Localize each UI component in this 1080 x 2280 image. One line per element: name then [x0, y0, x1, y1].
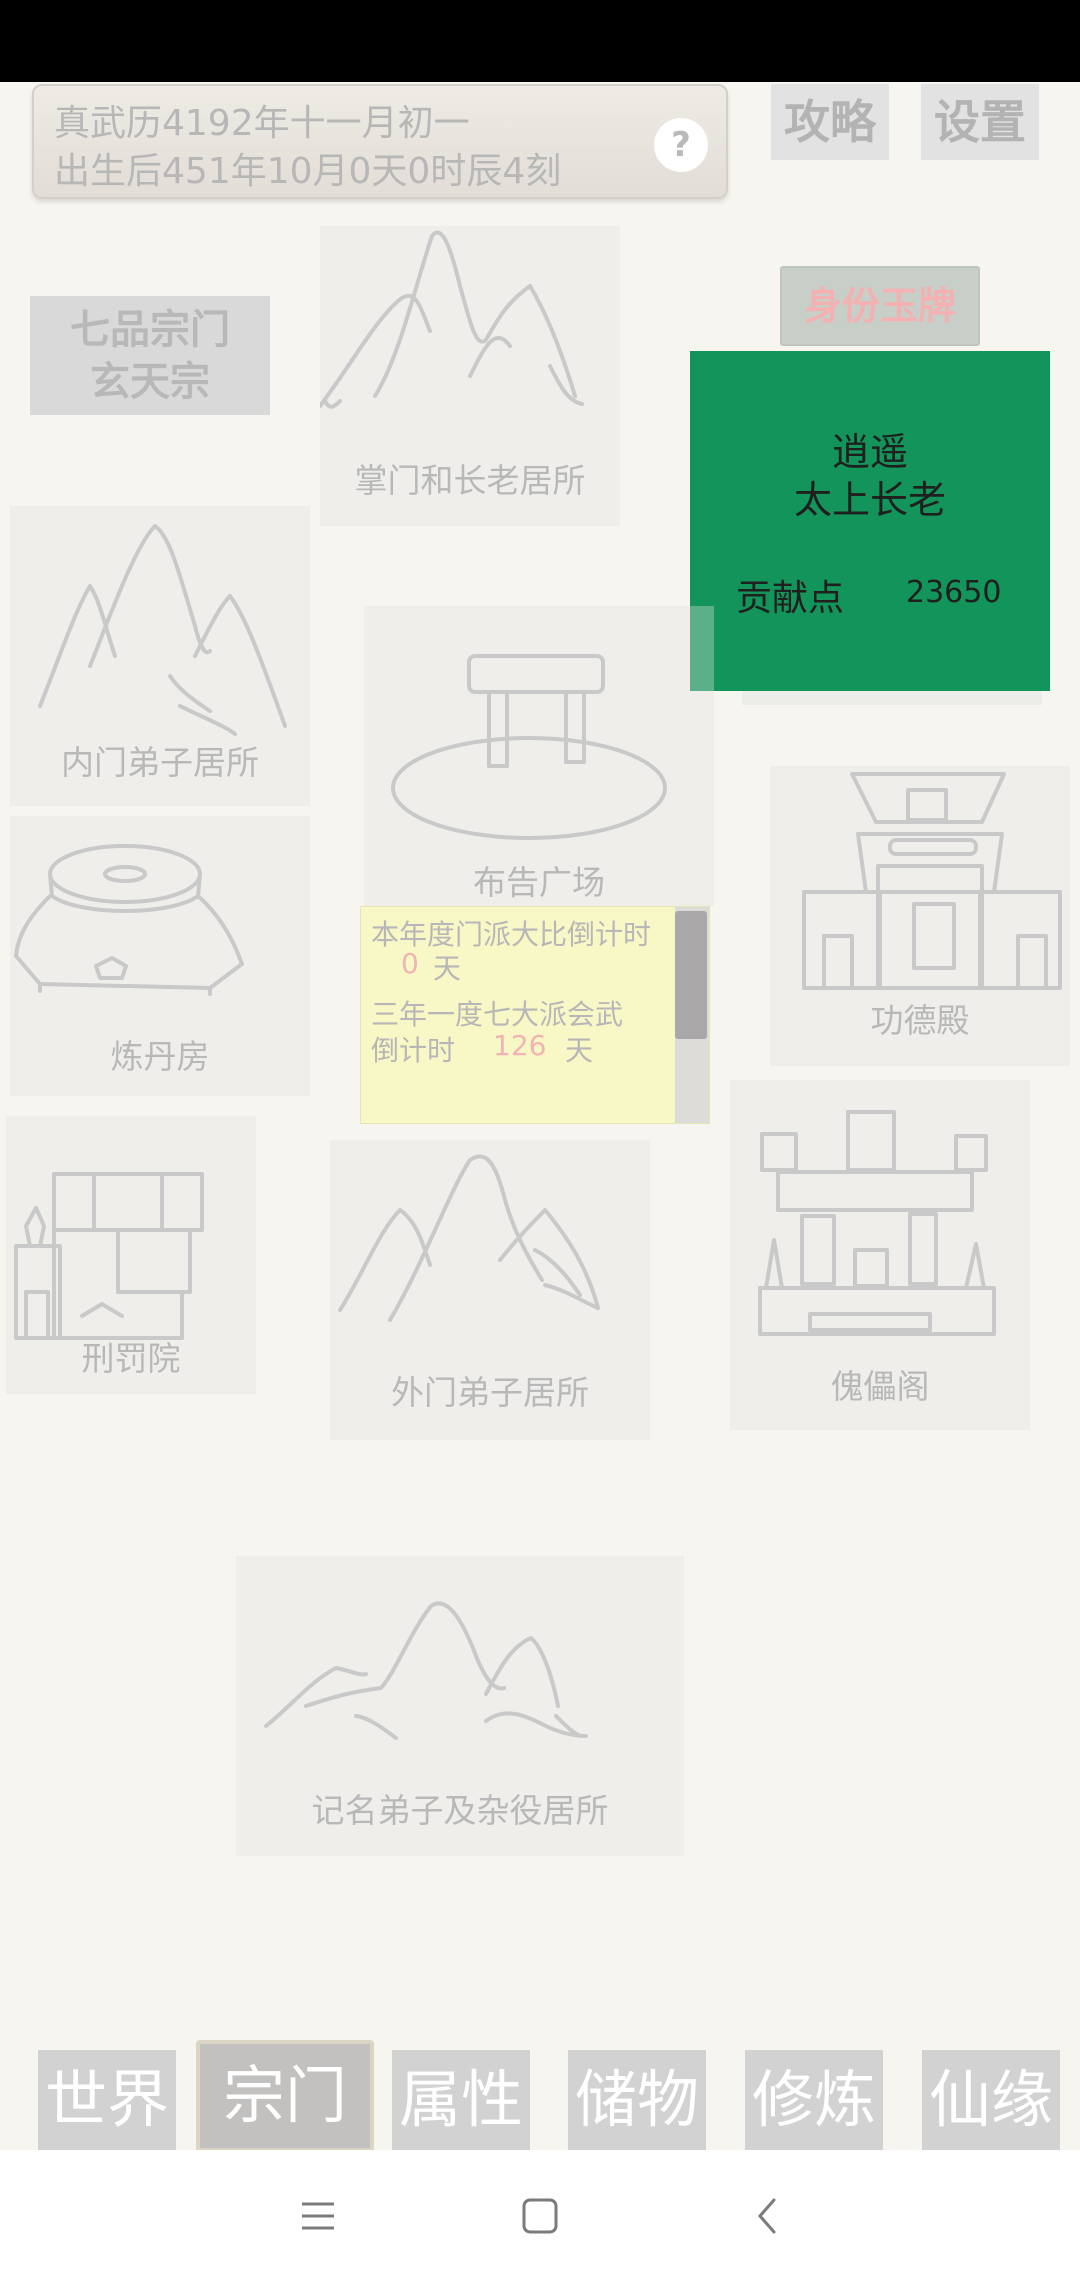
player-title: 太上长老 [793, 478, 946, 522]
status-bar [0, 0, 1080, 82]
sect-rank: 七品宗门 [70, 307, 230, 353]
back-icon[interactable] [738, 2186, 798, 2246]
annual-countdown-days: 0 [401, 947, 419, 980]
building-outer-disciples[interactable]: 外门弟子居所 [330, 1140, 650, 1440]
building-merit-hall[interactable]: 功德殿 [770, 766, 1070, 1066]
building-label: 傀儡阁 [830, 1367, 930, 1406]
building-label: 炼丹房 [110, 1037, 210, 1076]
home-icon[interactable] [510, 2186, 570, 2246]
nav-tab-world[interactable]: 世界 [38, 2050, 176, 2150]
notice-board[interactable]: 本年度门派大比倒计时 0 天 三年一度七大派会武 倒计时 126 天 [360, 906, 710, 1124]
menu-icon[interactable] [288, 2186, 348, 2246]
guide-button[interactable]: 攻略 [771, 84, 889, 160]
building-label: 布告广场 [473, 863, 605, 902]
contribution-label: 贡献点 [736, 578, 845, 619]
birth-time: 出生后451年10月0天0时辰4刻 [54, 151, 562, 192]
card-shadow [742, 691, 1042, 705]
building-inner-disciples[interactable]: 内门弟子居所 [10, 506, 310, 806]
help-icon[interactable]: ? [654, 118, 708, 172]
notice-scrollbar[interactable] [675, 907, 709, 1123]
sect-badge: 七品宗门 玄天宗 [30, 296, 270, 415]
building-registered-disciples[interactable]: 记名弟子及杂役居所 [236, 1556, 684, 1856]
building-alchemy-room[interactable]: 炼丹房 [10, 816, 310, 1096]
nav-tab-fortune[interactable]: 仙缘 [922, 2050, 1060, 2150]
contribution-value: 23650 [906, 575, 1002, 610]
nav-tab-sect[interactable]: 宗门 [196, 2040, 374, 2152]
building-label: 外门弟子居所 [391, 1373, 589, 1412]
tournament-countdown-days: 126 [493, 1029, 547, 1062]
identity-jade-button[interactable]: 身份玉牌 [780, 266, 980, 346]
building-punishment-court[interactable]: 刑罚院 [6, 1116, 256, 1394]
identity-card: 逍遥 太上长老 贡献点 23650 [690, 351, 1050, 691]
building-label: 内门弟子居所 [61, 743, 259, 782]
building-label: 掌门和长老居所 [354, 461, 586, 500]
nav-tab-storage[interactable]: 储物 [568, 2050, 706, 2150]
building-label: 记名弟子及杂役居所 [311, 1791, 609, 1830]
notice-line-countdown: 倒计时 [371, 1034, 456, 1067]
nav-tab-attributes[interactable]: 属性 [392, 2050, 530, 2150]
building-notice-plaza[interactable]: 布告广场 [364, 606, 714, 906]
player-name: 逍遥 [831, 430, 908, 474]
notice-scroll-thumb[interactable] [675, 911, 707, 1039]
day-unit: 天 [565, 1034, 594, 1067]
settings-button[interactable]: 设置 [921, 84, 1039, 160]
day-unit: 天 [433, 952, 462, 985]
nav-tab-cultivation[interactable]: 修炼 [745, 2050, 883, 2150]
system-nav-bar [0, 2150, 1080, 2280]
calendar-date: 真武历4192年十一月初一 [54, 103, 470, 144]
notice-line-tournament: 三年一度七大派会武 [371, 998, 624, 1031]
building-label: 刑罚院 [81, 1339, 181, 1378]
building-label: 功德殿 [870, 1001, 970, 1040]
date-panel: 真武历4192年十一月初一 出生后451年10月0天0时辰4刻 ? [32, 84, 728, 199]
sect-name: 玄天宗 [90, 359, 210, 405]
building-leaders-residence[interactable]: 掌门和长老居所 [320, 226, 620, 526]
building-puppet-pavilion[interactable]: 傀儡阁 [730, 1080, 1030, 1430]
